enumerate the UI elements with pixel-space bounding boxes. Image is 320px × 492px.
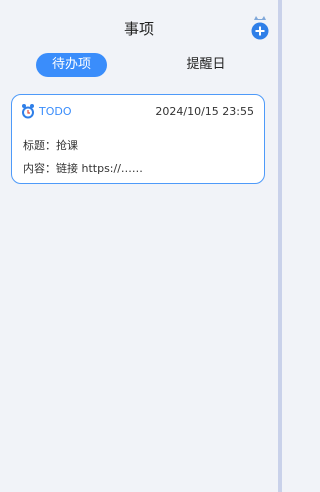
scrollbar [278, 0, 282, 492]
alarm-clock-icon [22, 104, 34, 119]
todo-title: 标题：抢课 [23, 139, 78, 152]
todo-tag: TODO [39, 105, 72, 118]
add-item-button[interactable] [248, 16, 272, 42]
todo-content: 内容：链接 https://…… [23, 162, 143, 175]
todo-card[interactable]: TODO 2024/10/15 23:55 标题：抢课 内容：链接 https:… [11, 94, 265, 184]
tab-reminder-day[interactable]: 提醒日 [170, 53, 242, 77]
page-title: 事项 [123, 20, 154, 38]
tab-todo[interactable]: 待办项 [36, 53, 107, 77]
todo-datetime: 2024/10/15 23:55 [155, 105, 254, 118]
header: 事项 [0, 16, 278, 44]
plus-circle-cat-icon [251, 16, 269, 40]
screen: 事项 待办项 提醒日 TODO 2024/10/15 23:55 标题：抢课 内… [0, 0, 282, 492]
tab-bar: 待办项 提醒日 [0, 53, 278, 79]
